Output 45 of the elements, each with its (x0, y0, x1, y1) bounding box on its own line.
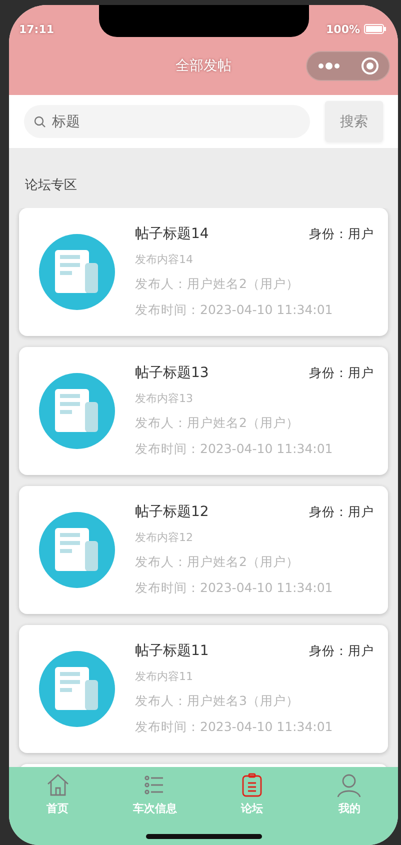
post-time: 发布时间：2023-04-10 11:34:01 (135, 580, 334, 597)
post-time: 发布时间：2023-04-10 11:34:01 (135, 441, 334, 458)
post-author: 发布人：用户姓名2（用户） (135, 276, 300, 293)
search-field[interactable]: 标题 (24, 105, 310, 138)
battery-icon (364, 24, 386, 34)
capsule-menu[interactable] (306, 50, 390, 80)
tab-item[interactable]: 首页 (18, 773, 98, 816)
more-icon[interactable] (318, 62, 340, 70)
post-title: 帖子标题13 (135, 364, 209, 382)
post-title: 帖子标题14 (135, 225, 209, 243)
post-title: 帖子标题11 (135, 642, 209, 660)
post-card[interactable]: 帖子标题14 身份：用户 发布内容14 发布人：用户姓名2（用户） 发布时间：2023-04-10 11:34:01 (19, 208, 388, 336)
post-author: 发布人：用户姓名2（用户） (135, 415, 300, 432)
tab-item[interactable]: 车次信息 (114, 773, 195, 816)
post-author: 发布人：用户姓名3（用户） (135, 693, 300, 710)
post-content: 发布内容11 (135, 669, 194, 684)
post-time: 发布时间：2023-04-10 11:34:01 (135, 719, 334, 736)
section-title: 论坛专区 (25, 178, 77, 193)
search-button[interactable]: 搜索 (325, 101, 383, 142)
page-title: 全部发帖 (176, 56, 232, 74)
post-content: 发布内容14 (135, 252, 194, 267)
post-card[interactable]: 帖子标题12 身份：用户 发布内容12 发布人：用户姓名2（用户） 发布时间：2023-04-10 11:34:01 (19, 486, 388, 614)
document-icon (39, 512, 115, 588)
post-content: 发布内容12 (135, 530, 194, 545)
post-card[interactable]: 帖子标题11 身份：用户 发布内容11 发布人：用户姓名3（用户） 发布时间：2023-04-10 11:34:01 (19, 625, 388, 753)
document-icon (39, 234, 115, 310)
post-title: 帖子标题12 (135, 503, 209, 521)
post-time: 发布时间：2023-04-10 11:34:01 (135, 302, 334, 319)
document-icon (39, 373, 115, 449)
user-icon (337, 773, 362, 797)
post-content: 发布内容13 (135, 391, 194, 406)
post-card[interactable]: 帖子标题13 身份：用户 发布内容13 发布人：用户姓名2（用户） 发布时间：2023-04-10 11:34:01 (19, 347, 388, 475)
tab-item[interactable]: 论坛 (212, 773, 292, 816)
post-role: 身份：用户 (309, 642, 374, 660)
home-icon (46, 773, 70, 797)
post-role: 身份：用户 (309, 504, 374, 520)
battery-level: 100% (326, 22, 360, 36)
tab-item[interactable]: 我的 (309, 773, 390, 816)
search-icon (34, 116, 46, 128)
clipboard-icon (240, 773, 264, 797)
post-role: 身份：用户 (309, 226, 374, 242)
document-icon (39, 651, 115, 727)
post-author: 发布人：用户姓名2（用户） (135, 554, 300, 571)
post-role: 身份：用户 (309, 364, 374, 382)
status-time: 17:11 (19, 22, 54, 36)
